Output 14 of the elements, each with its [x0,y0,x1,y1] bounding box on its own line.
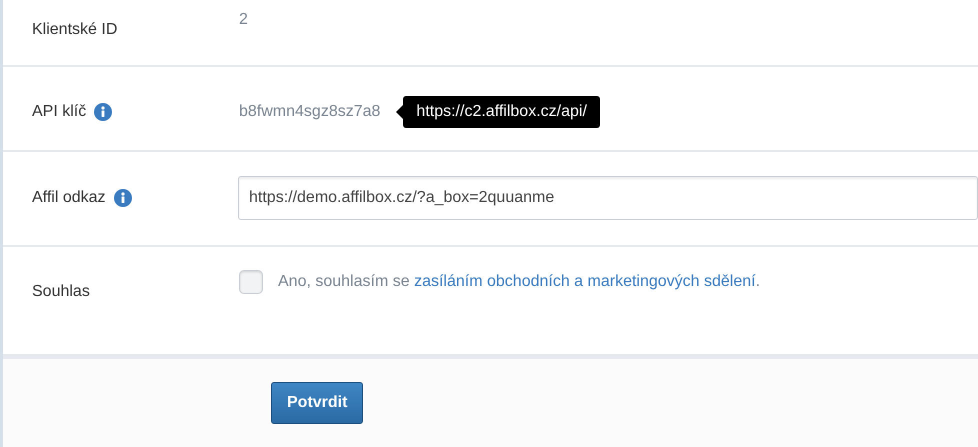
consent-text: Ano, souhlasím se zasíláním obchodních a marketingových sdělení. [278,272,760,292]
field-label: Affil odkaz [32,188,106,208]
info-icon [94,103,112,121]
submit-button[interactable]: Potvrdit [271,382,364,424]
consent-link[interactable]: zasíláním obchodních a marketingových sdělení [414,273,756,290]
field-value: 2 [239,10,248,30]
field-label: Souhlas [32,282,90,302]
tooltip: https://c2.affilbox.cz/api/ [403,96,600,128]
info-icon [114,189,132,207]
consent-checkbox[interactable] [239,270,263,294]
field-label: API klíč [32,102,86,122]
link-field[interactable]: https://demo.affilbox.cz/?a_box=2quuanme [238,176,978,220]
field-label: Klientské ID [32,20,118,40]
field-value: b8fwmn4sgz8sz7a8 [239,102,380,122]
